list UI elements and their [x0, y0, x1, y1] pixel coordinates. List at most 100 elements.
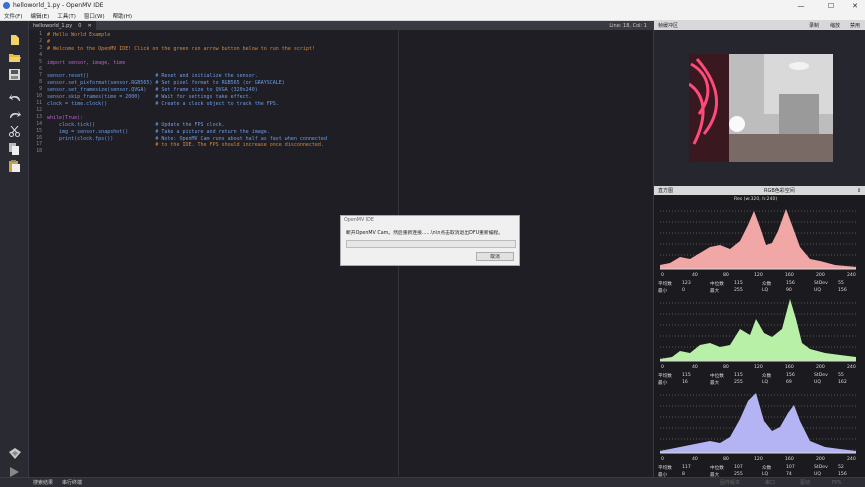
line-number: 3	[39, 45, 42, 51]
histogram-area: Res (w:320, h:240) 0 40 80 120 160 200 240 平均数 1…	[654, 195, 865, 478]
menu-help[interactable]: 帮助(H)	[109, 12, 136, 20]
driver-label: 驱动	[800, 480, 811, 486]
stat-value: 123	[682, 281, 691, 286]
framebuffer-title: 帧缓冲区	[658, 23, 679, 29]
line-number: 14	[36, 121, 42, 127]
status-bar: 搜索结果 串行终端 固件版本 串口 驱动 FPS	[0, 477, 865, 487]
stat-value: 255	[734, 380, 743, 385]
code-line: img = sensor.snapshot() # Take a picture…	[47, 128, 270, 135]
stat-value: 90	[786, 288, 792, 293]
x-tick-label: 0	[661, 456, 664, 461]
paste-button[interactable]	[7, 159, 22, 172]
histogram-area-fill	[660, 393, 856, 453]
stat-value: 0	[682, 288, 685, 293]
histogram-area-fill	[660, 209, 856, 269]
cursor-position: Line: 18, Col: 1	[609, 22, 647, 29]
framebuffer-header: 帧缓冲区 录制 缩放 禁用	[654, 21, 865, 30]
x-tick-label: 40	[692, 272, 698, 277]
title-bar: helloworld_1.py - OpenMV IDE — ☐ ✕	[0, 0, 865, 11]
stat-label: StDev	[814, 373, 828, 378]
dialog-title: OpenMV IDE	[344, 218, 374, 223]
zoom-button[interactable]: 缩放	[830, 22, 840, 29]
redo-button[interactable]	[7, 108, 22, 121]
x-tick-label: 240	[847, 456, 856, 461]
line-number: 12	[36, 107, 42, 113]
play-icon	[10, 466, 19, 477]
new-file-button[interactable]	[7, 33, 22, 46]
histogram-header: 直方图 RGB色彩空间 ⇕	[654, 186, 865, 195]
x-tick-label: 200	[816, 272, 825, 277]
stat-label: 平均数	[658, 282, 672, 287]
left-toolbar	[0, 21, 29, 477]
stat-value: 52	[838, 465, 844, 470]
code-line: clock.tick() # Update the FPS clock.	[47, 121, 225, 128]
fps-label: FPS	[832, 479, 842, 486]
line-number: 5	[39, 59, 42, 65]
stat-label: StDev	[814, 465, 828, 470]
undo-button[interactable]	[7, 91, 22, 104]
code-line: # Welcome to the OpenMV IDE! Click on th…	[47, 45, 315, 52]
code-line: clock = time.clock() # Create a clock ob…	[47, 101, 279, 107]
window-title: helloworld_1.py - OpenMV IDE	[13, 2, 104, 9]
x-tick-label: 120	[754, 456, 763, 461]
line-number: 2	[39, 38, 42, 44]
x-tick-label: 200	[816, 456, 825, 461]
stat-value: 255	[734, 288, 743, 293]
maximize-button[interactable]: ☐	[821, 0, 841, 11]
x-tick-label: 160	[785, 364, 794, 369]
x-tick-label: 40	[692, 456, 698, 461]
menu-tools[interactable]: 工具(T)	[53, 12, 80, 20]
serial-terminal-tab[interactable]: 串行终端	[62, 479, 82, 486]
stat-label: 众数	[762, 374, 772, 379]
menu-edit[interactable]: 编辑(E)	[26, 12, 53, 20]
cut-button[interactable]	[7, 125, 22, 138]
redo-icon	[9, 111, 21, 118]
stat-value: 69	[786, 380, 792, 385]
x-tick-label: 40	[692, 364, 698, 369]
code-line: print(clock.fps()) # Note: OpenMV Cam ru…	[47, 135, 327, 142]
x-tick-label: 160	[785, 272, 794, 277]
openmv-app-icon	[3, 2, 10, 9]
x-tick-label: 0	[661, 272, 664, 277]
line-number: 10	[36, 94, 42, 100]
code-line: sensor.reset() # Reset and initialize th…	[47, 73, 258, 80]
stat-label: 中位数	[710, 282, 724, 287]
x-tick-label: 80	[723, 456, 729, 461]
stat-value: 156	[786, 281, 795, 286]
connect-button[interactable]	[7, 447, 22, 460]
colorspace-select[interactable]: RGB色彩空间	[764, 187, 795, 194]
line-number: 8	[39, 80, 42, 86]
stat-value: 115	[734, 373, 743, 378]
menu-window[interactable]: 窗口(W)	[80, 12, 109, 20]
line-number: 15	[36, 128, 42, 134]
tab-close-icon[interactable]: ✕	[87, 23, 91, 29]
cancel-button[interactable]: 取消	[476, 252, 514, 261]
reconnect-dialog: OpenMV IDE 断开OpenMV Cam。然后重新连接......\n\n…	[340, 215, 520, 266]
tab-counter: 0	[78, 22, 82, 29]
menu-file[interactable]: 文件(F)	[0, 12, 26, 20]
histogram-stats-1: 平均数 115 中位数 115 众数 156 StDev 55 最小 16 最大 255 LQ 69 UQ 1…	[658, 373, 863, 387]
disable-button[interactable]: 禁用	[850, 22, 860, 29]
search-results-tab[interactable]: 搜索结果	[33, 479, 53, 486]
undo-icon	[8, 94, 20, 101]
line-number: 4	[39, 52, 42, 58]
record-button[interactable]: 录制	[809, 22, 819, 29]
editor-tabs: helloworld_1.py 0 ✕ Line: 18, Col: 1	[29, 21, 653, 30]
open-file-button[interactable]	[7, 51, 22, 64]
serial-port: 串口	[765, 480, 776, 486]
save-button[interactable]	[7, 68, 22, 81]
dialog-progress-bar	[346, 240, 516, 248]
stat-label: 中位数	[710, 374, 724, 379]
x-tick-label: 120	[754, 272, 763, 277]
x-tick-label: 240	[847, 272, 856, 277]
close-button[interactable]: ✕	[845, 0, 865, 11]
x-tick-label: 120	[754, 364, 763, 369]
tab-label: helloworld_1.py	[33, 22, 73, 29]
copy-button[interactable]	[7, 142, 22, 155]
minimize-button[interactable]: —	[791, 0, 811, 11]
menu-bar: 文件(F) 编辑(E) 工具(T) 窗口(W) 帮助(H)	[0, 11, 865, 21]
histogram-channel-0: 0 40 80 120 160 200 240	[660, 209, 856, 277]
tab-helloworld[interactable]: helloworld_1.py 0 ✕	[29, 21, 96, 30]
stat-label: UQ	[814, 288, 821, 293]
histogram-resolution: Res (w:320, h:240)	[734, 197, 778, 202]
